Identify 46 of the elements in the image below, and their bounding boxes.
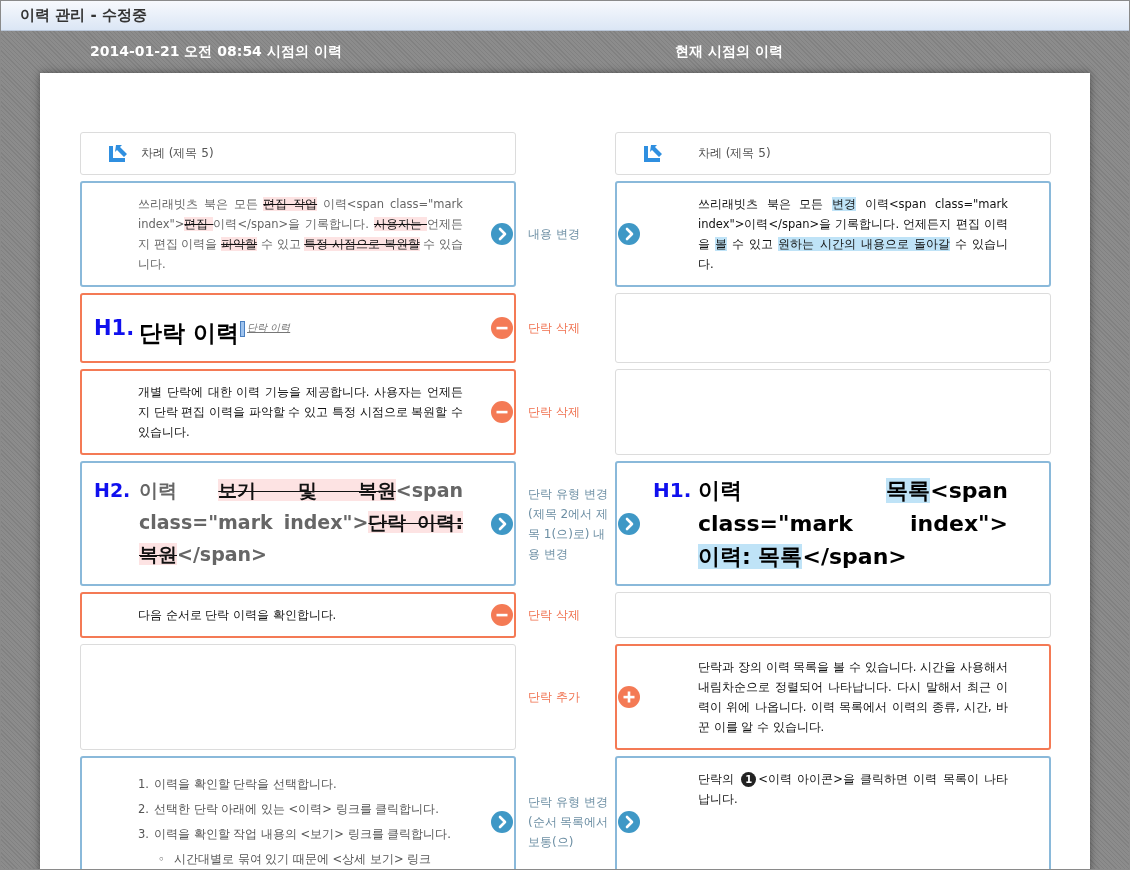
paragraph-text: 쓰리래빗츠 북은 모든 변경 이력<span class="mark index">이력</span>을 기록합니다. 언제든지 편집 이력을 볼 수 있고 원하는 시간의 내용으로 돌아갈 수 있습니다. (698, 196, 1008, 273)
chevron-right-icon[interactable] (618, 512, 640, 535)
plus-icon[interactable] (618, 686, 640, 708)
heading-text: 단락 이력 $^{단락 이력}$ (139, 319, 292, 347)
column-title: 2014-01-21 오전 08:54 시점의 이력 (89, 43, 343, 61)
heading-level: H1. (94, 315, 136, 342)
chevron-right-icon[interactable] (491, 512, 513, 535)
heading-level: H2. (94, 478, 132, 503)
paragraph-text: 단락의 1 <이력 아이콘>을 클릭하면 이력 목록이 나타납니다. (698, 771, 1008, 808)
paragraph-text: 다음 순서로 단락 이력을 확인합니다. (138, 607, 338, 624)
list-marker: ◦ (158, 851, 166, 868)
change-label: 내용 변경 (528, 226, 580, 243)
list-item-text: 이력을 확인할 작업 내용의 <보기> 링크를 클릭합니다. (154, 826, 452, 843)
list-item-text: 이력을 확인할 단락을 선택합니다. (154, 776, 338, 793)
heading-text: 이력 보기 및 복원<span class="mark index">단락 이력: 복원</span> (139, 478, 463, 567)
list-item-text: 시간대별로 묶여 있기 때문에 <상세 보기> 링크 (174, 851, 433, 868)
paragraph-text: 단락과 장의 이력 목록을 볼 수 있습니다. 시간을 사용해서 내림차순으로 정렬되어 나타납니다. 다시 말해서 최근 이력이 위에 나옵니다. 이력 목록에서 이력의 종류, 시간, 바꾼 이를 알 수 있습니다. (698, 659, 1008, 736)
minus-icon[interactable] (491, 317, 513, 339)
arrow-into-box-icon[interactable] (107, 142, 129, 164)
arrow-into-box-icon[interactable] (642, 142, 664, 164)
minus-icon[interactable] (491, 604, 513, 626)
heading-text: 이력 목록<span class="mark index"> 이력: 목록</span> (698, 477, 1008, 571)
change-label: 단락 삭제 (528, 404, 580, 421)
anchor-link[interactable]: 단락 이력 (247, 322, 291, 333)
paragraph-text: 쓰리래빗츠 북은 모든 편집 작업 이력<span class="mark index">편집 이력</span>을 기록합니다. 사용자는 언제든지 편집 이력을 파악할 수 있고 특정 시점으로 복원할 수 있습니다. (138, 196, 463, 273)
column-title: 현재 시점의 이력 (674, 43, 783, 61)
change-label: 단락 추가 (528, 689, 580, 706)
chevron-right-icon[interactable] (618, 223, 640, 245)
list-marker: 1. (138, 776, 150, 793)
paragraph-text: 개별 단락에 대한 이력 기능을 제공합니다. 사용자는 언제든지 단락 편집 이력을 파악할 수 있고 특정 시점으로 복원할 수 있습니다. (138, 384, 463, 441)
change-label: 단락 삭제 (528, 320, 580, 337)
heading-level: H1. (653, 477, 693, 504)
chevron-right-icon[interactable] (491, 223, 513, 245)
list-marker: 2. (138, 801, 150, 818)
bookmark-icon (240, 321, 245, 337)
change-label: 단락 유형 변경(제목 2에서 제목 1(으)로) 내용 변경 (528, 485, 609, 563)
change-label: 단락 유형 변경(순서 목록에서 보통(으) (528, 793, 609, 851)
toc-label: 차례 (제목 5) (141, 144, 214, 162)
minus-icon[interactable] (491, 401, 513, 423)
change-label: 단락 삭제 (528, 607, 580, 624)
chevron-right-icon[interactable] (491, 810, 513, 833)
window-title: 이력 관리 - 수정중 (20, 6, 147, 25)
list-item-text: 선택한 단락 아래에 있는 <이력> 링크를 클릭합니다. (154, 801, 440, 818)
list-marker: 3. (138, 826, 150, 843)
toc-label: 차례 (제목 5) (698, 144, 771, 162)
chevron-right-icon[interactable] (618, 810, 640, 833)
